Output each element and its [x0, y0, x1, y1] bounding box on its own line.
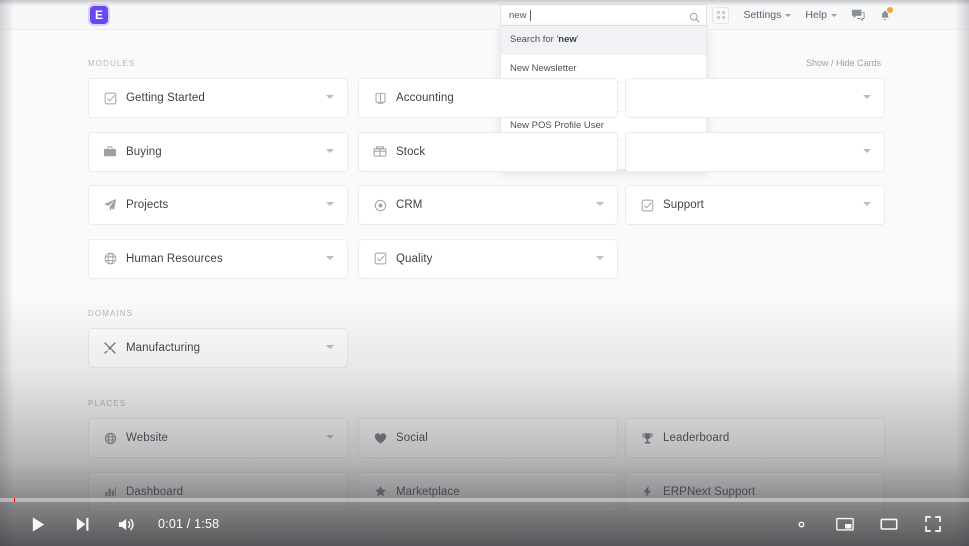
- suggestion-label: Search for 'new': [510, 34, 579, 46]
- section-label-domains: DOMAINS: [88, 309, 134, 318]
- card-getting-started[interactable]: Getting Started: [88, 78, 348, 118]
- navbar-right: Settings Help: [712, 0, 894, 30]
- chevron-down-icon[interactable]: [863, 202, 871, 206]
- chevron-down-icon: [785, 13, 792, 17]
- section-label-modules: MODULES: [88, 59, 136, 68]
- suggestion-search-for[interactable]: Search for 'new': [501, 26, 706, 55]
- volume-button[interactable]: [104, 502, 148, 546]
- card-label: Buying: [126, 145, 162, 158]
- card-label: ERPNext Support: [663, 485, 756, 498]
- section-label-places: PLACES: [88, 399, 127, 408]
- card-buying[interactable]: Buying: [88, 131, 348, 172]
- fullscreen-icon[interactable]: [911, 502, 955, 546]
- search-input-value: new: [509, 9, 527, 21]
- card-label: Quality: [396, 252, 433, 265]
- card-label: Dashboard: [126, 485, 184, 498]
- suggestion-label: New Newsletter: [510, 62, 577, 74]
- card-label: Projects: [126, 199, 169, 211]
- show-hide-cards-link[interactable]: Show / Hide Cards: [806, 58, 881, 68]
- card-stock[interactable]: Stock: [358, 131, 618, 172]
- star-icon: [373, 485, 387, 498]
- chevron-down-icon[interactable]: [863, 95, 871, 99]
- barchart-icon: [103, 485, 117, 498]
- card-leaderboard[interactable]: Leaderboard: [625, 418, 885, 458]
- card-label: CRM: [396, 199, 423, 211]
- card-label: Getting Started: [126, 92, 205, 104]
- card-website[interactable]: Website: [88, 418, 348, 458]
- check-square-icon: [640, 199, 654, 212]
- card-label: Human Resources: [126, 252, 223, 265]
- paper-plane-icon: [103, 198, 117, 212]
- check-square-icon: [103, 92, 117, 105]
- chevron-down-icon[interactable]: [326, 345, 334, 349]
- globe-icon: [103, 432, 117, 445]
- briefcase-icon: [103, 145, 117, 158]
- grid-icon[interactable]: [712, 6, 730, 24]
- search-input[interactable]: new: [500, 4, 707, 26]
- card-social[interactable]: Social: [358, 418, 618, 458]
- card-support[interactable]: Support: [625, 185, 885, 225]
- book-icon: [373, 92, 387, 105]
- tools-icon: [103, 341, 117, 355]
- card-label: Social: [396, 432, 428, 444]
- card-human-resources[interactable]: Human Resources: [88, 238, 348, 279]
- card-label: Support: [663, 199, 704, 211]
- card-quality[interactable]: Quality: [358, 238, 618, 279]
- help-menu[interactable]: Help: [805, 9, 837, 21]
- navbar: E Settings Help new Search for 'new' New…: [0, 0, 969, 170]
- player-button-row: 0:01 / 1:58: [0, 502, 969, 546]
- chevron-down-icon[interactable]: [326, 95, 334, 99]
- chat-icon[interactable]: [851, 8, 865, 22]
- card-projects[interactable]: Projects: [88, 185, 348, 225]
- card-crm[interactable]: CRM: [358, 185, 618, 225]
- chevron-down-icon[interactable]: [326, 255, 334, 260]
- awesomebar: new Search for 'new' New Newsletter New …: [500, 4, 707, 170]
- time-display: 0:01 / 1:58: [158, 517, 220, 531]
- miniplayer-icon[interactable]: [823, 502, 867, 546]
- suggestion-label: New POS Profile User: [510, 119, 604, 131]
- heart-icon: [373, 432, 387, 445]
- notifications-bell-icon[interactable]: [879, 5, 894, 22]
- chevron-down-icon[interactable]: [596, 202, 604, 206]
- text-cursor: [530, 9, 532, 21]
- chevron-down-icon[interactable]: [596, 255, 604, 260]
- play-button[interactable]: [16, 502, 60, 546]
- settings-label: Settings: [743, 9, 782, 21]
- card-hidden[interactable]: [625, 78, 885, 118]
- help-label: Help: [805, 9, 827, 21]
- card-label: Accounting: [396, 92, 454, 104]
- settings-gear-icon[interactable]: [779, 502, 823, 546]
- card-accounting[interactable]: Accounting: [358, 78, 618, 118]
- box-icon: [373, 145, 387, 158]
- card-label: Website: [126, 432, 169, 444]
- video-frame: E Settings Help new Search for 'new' New…: [0, 0, 969, 546]
- trophy-icon: [640, 432, 654, 445]
- theater-mode-icon[interactable]: [867, 502, 911, 546]
- card-label: Leaderboard: [663, 432, 730, 444]
- erpnext-logo[interactable]: E: [90, 6, 108, 24]
- chevron-down-icon[interactable]: [326, 148, 334, 153]
- chevron-down-icon[interactable]: [863, 148, 871, 153]
- card-label: Manufacturing: [126, 342, 201, 354]
- chevron-down-icon[interactable]: [326, 435, 334, 439]
- settings-menu[interactable]: Settings: [743, 9, 792, 21]
- check-square-icon: [373, 252, 387, 265]
- bolt-icon: [640, 485, 654, 498]
- card-manufacturing[interactable]: Manufacturing: [88, 328, 348, 368]
- globe-user-icon: [103, 252, 117, 265]
- card-label: Marketplace: [396, 485, 460, 498]
- chevron-down-icon[interactable]: [326, 202, 334, 206]
- erpnext-desk: E Settings Help new Search for 'new' New…: [0, 0, 969, 546]
- target-icon: [373, 199, 387, 212]
- next-video-button[interactable]: [60, 502, 104, 546]
- card-hidden[interactable]: [625, 131, 885, 172]
- player-controls: 0:01 / 1:58: [0, 498, 969, 546]
- notification-badge: [886, 5, 894, 14]
- chevron-down-icon: [831, 13, 837, 17]
- card-label: Stock: [396, 145, 426, 158]
